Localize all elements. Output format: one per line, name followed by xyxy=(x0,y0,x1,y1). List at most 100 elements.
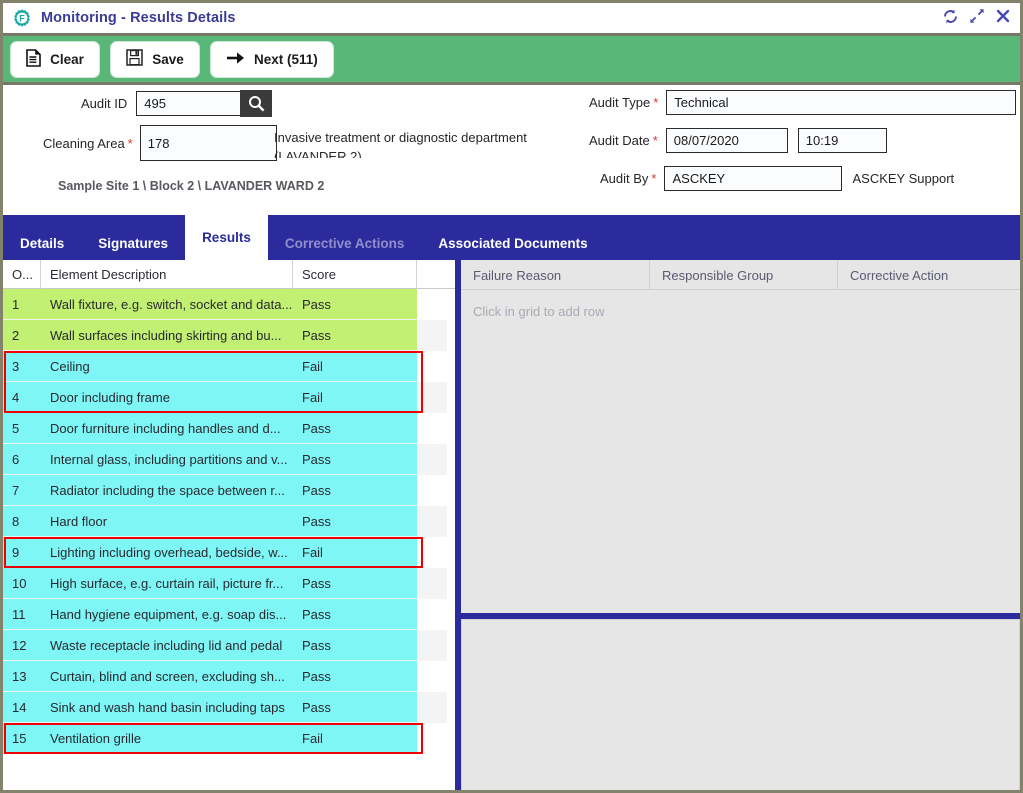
failure-reason-grid-header: Failure Reason Responsible Group Correctiv… xyxy=(461,260,1020,290)
audit-by-required-marker: * xyxy=(651,171,657,186)
audit-id-input[interactable]: 495 xyxy=(136,91,242,116)
results-cell-spacer xyxy=(417,692,447,723)
table-row[interactable]: 15 Ventilation grille Fail xyxy=(3,723,455,754)
results-cell-score: Pass xyxy=(293,320,417,351)
results-cell-order: 2 xyxy=(3,320,41,351)
results-cell-order: 5 xyxy=(3,413,41,444)
window-title: Monitoring - Results Details xyxy=(41,10,236,26)
audit-type-label: Audit Type xyxy=(589,95,651,110)
results-cell-description: Wall surfaces including skirting and bu.… xyxy=(41,320,293,351)
results-cell-description: Hand hygiene equipment, e.g. soap dis... xyxy=(41,599,293,630)
results-cell-score: Pass xyxy=(293,444,417,475)
failure-col-header-0[interactable]: Failure Reason xyxy=(461,260,650,290)
table-row[interactable]: 12 Waste receptacle including lid and ped… xyxy=(3,630,455,661)
results-col-header-2[interactable]: Score xyxy=(293,260,417,289)
results-cell-description: Ventilation grille xyxy=(41,723,293,754)
close-icon[interactable] xyxy=(995,8,1011,28)
cleaning-area-label: Cleaning Area xyxy=(43,135,125,151)
breadcrumb: Sample Site 1 \ Block 2 \ LAVANDER WARD … xyxy=(58,179,325,193)
tab-associated-documents[interactable]: Associated Documents xyxy=(421,227,604,260)
cleaning-area-input[interactable]: 178 xyxy=(139,125,277,161)
results-col-header-0[interactable]: O... xyxy=(3,260,41,289)
results-cell-description: Lighting including overhead, bedside, w.… xyxy=(41,537,293,568)
results-cell-description: Wall fixture, e.g. switch, socket and da… xyxy=(41,289,293,320)
cleaning-area-description-line1: Invasive treatment or diagnostic departm… xyxy=(274,130,527,145)
tab-results[interactable]: Results xyxy=(185,215,268,260)
results-empty-row[interactable] xyxy=(3,754,455,785)
svg-text:F: F xyxy=(19,14,25,24)
audit-by-input[interactable]: ASCKEY xyxy=(664,166,843,191)
table-row[interactable]: 8 Hard floor Pass xyxy=(3,506,455,537)
results-cell-spacer xyxy=(417,351,447,382)
save-button-label: Save xyxy=(152,51,184,67)
table-row[interactable]: 13 Curtain, blind and screen, excluding s… xyxy=(3,661,455,692)
results-cell-spacer xyxy=(417,630,447,661)
results-col-header-1[interactable]: Element Description xyxy=(41,260,293,289)
clear-button[interactable]: Clear xyxy=(10,40,100,78)
results-cell-spacer xyxy=(417,320,447,351)
results-cell-order: 8 xyxy=(3,506,41,537)
detail-panel[interactable] xyxy=(461,619,1020,790)
results-cell-order: 15 xyxy=(3,723,41,754)
table-row[interactable]: 14 Sink and wash hand basin including tap… xyxy=(3,692,455,723)
monitoring-results-details-window: F Monitoring - Results Details Clear Sav… xyxy=(0,0,1023,793)
cleaning-area-required-marker: * xyxy=(127,135,133,151)
results-cell-order: 1 xyxy=(3,289,41,320)
table-row[interactable]: 4 Door including frame Fail xyxy=(3,382,455,413)
results-cell-description: Sink and wash hand basin including taps xyxy=(41,692,293,723)
table-row[interactable]: 7 Radiator including the space between r.… xyxy=(3,475,455,506)
audit-type-required-marker: * xyxy=(653,95,659,110)
table-row[interactable]: 2 Wall surfaces including skirting and bu… xyxy=(3,320,455,351)
arrow-right-icon xyxy=(226,50,245,69)
table-row[interactable]: 6 Internal glass, including partitions an… xyxy=(3,444,455,475)
results-cell-spacer xyxy=(417,506,447,537)
table-row[interactable]: 11 Hand hygiene equipment, e.g. soap dis.… xyxy=(3,599,455,630)
table-row[interactable]: 9 Lighting including overhead, bedside, w… xyxy=(3,537,455,568)
results-cell-score: Fail xyxy=(293,723,417,754)
audit-date-required-marker: * xyxy=(652,133,658,148)
audit-id-label: Audit ID xyxy=(81,96,128,111)
tab-signatures[interactable]: Signatures xyxy=(81,227,185,260)
results-cell-order: 12 xyxy=(3,630,41,661)
audit-type-field-group: Audit Type * Technical xyxy=(589,90,1017,115)
refresh-icon[interactable] xyxy=(942,8,959,29)
audit-date-field-group: Audit Date * 08/07/2020 10:19 xyxy=(589,128,887,153)
results-cell-spacer xyxy=(417,599,447,630)
table-row[interactable]: 3 Ceiling Fail xyxy=(3,351,455,382)
audit-date-label: Audit Date xyxy=(589,133,650,148)
table-row[interactable]: 1 Wall fixture, e.g. switch, socket and d… xyxy=(3,289,455,320)
failure-reason-grid[interactable]: Failure Reason Responsible Group Correctiv… xyxy=(461,260,1020,613)
results-cell-description: Internal glass, including partitions and… xyxy=(41,444,293,475)
failure-col-header-2[interactable]: Corrective Action xyxy=(838,260,1020,290)
results-col-header-3[interactable] xyxy=(417,260,447,289)
search-icon[interactable] xyxy=(240,90,273,117)
expand-icon[interactable] xyxy=(969,8,985,28)
audit-id-field-group: Audit ID 495 xyxy=(81,90,273,117)
table-row[interactable]: 10 High surface, e.g. curtain rail, pictu… xyxy=(3,568,455,599)
failure-col-header-1[interactable]: Responsible Group xyxy=(650,260,838,290)
table-row[interactable]: 5 Door furniture including handles and d.… xyxy=(3,413,455,444)
gear-icon: F xyxy=(12,8,32,28)
results-cell-score: Pass xyxy=(293,506,417,537)
audit-time-input[interactable]: 10:19 xyxy=(797,128,887,153)
results-cell-score: Pass xyxy=(293,661,417,692)
results-cell-description: Door furniture including handles and d..… xyxy=(41,413,293,444)
audit-date-input[interactable]: 08/07/2020 xyxy=(665,128,788,153)
results-empty-row[interactable] xyxy=(3,785,455,790)
results-cell-description: Waste receptacle including lid and pedal xyxy=(41,630,293,661)
results-cell-score: Pass xyxy=(293,692,417,723)
next-button[interactable]: Next (511) xyxy=(210,40,334,78)
next-button-label: Next (511) xyxy=(254,51,318,67)
results-cell-order: 4 xyxy=(3,382,41,413)
results-cell-spacer xyxy=(417,723,447,754)
audit-type-input[interactable]: Technical xyxy=(666,90,1017,115)
tab-details[interactable]: Details xyxy=(3,227,81,260)
results-cell-score: Pass xyxy=(293,413,417,444)
failure-reason-grid-placeholder: Click in grid to add row xyxy=(473,304,605,319)
save-button[interactable]: Save xyxy=(110,40,200,78)
results-cell-spacer xyxy=(417,413,447,444)
results-cell-score: Fail xyxy=(293,537,417,568)
window-controls xyxy=(942,8,1011,29)
results-cell-description: Curtain, blind and screen, excluding sh.… xyxy=(41,661,293,692)
tab-strip: Details Signatures Results Corrective Actio… xyxy=(3,215,1020,260)
